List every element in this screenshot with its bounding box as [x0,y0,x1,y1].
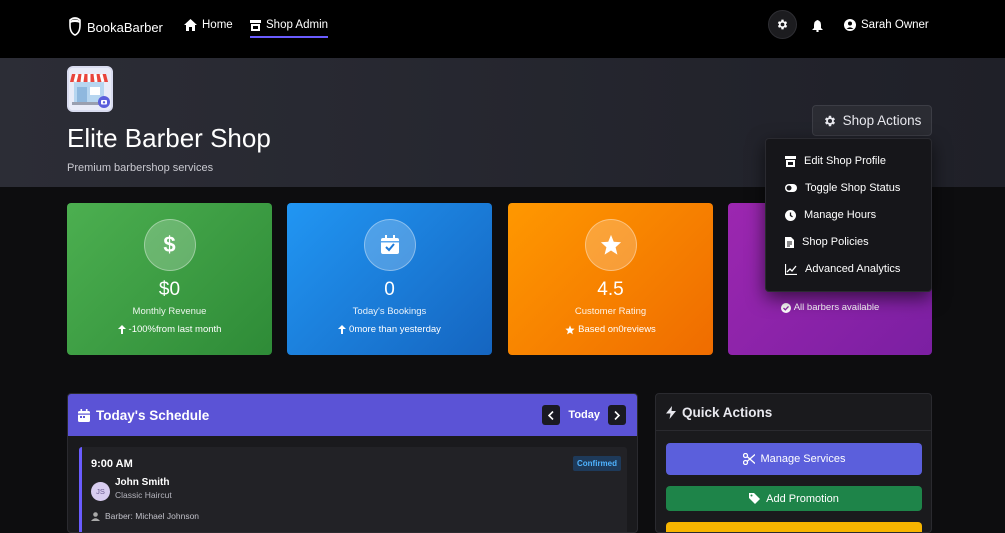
service-name: Classic Haircut [115,490,172,500]
stat-value: 0 [384,279,395,300]
brand-name: BookaBarber [87,19,163,35]
day-navigation: Today [542,405,626,425]
home-icon [184,19,197,31]
customer-name: John Smith [115,477,170,488]
nav-shop-admin-label: Shop Admin [266,19,329,31]
menu-item-label: Edit Shop Profile [804,155,886,167]
stat-footer: All barbers available [780,302,880,313]
stat-icon-circle [584,219,637,271]
stat-footer: 0more than yesterday [338,324,441,335]
shop-logo [67,66,113,112]
star-icon [600,234,621,255]
chevron-left-icon [548,410,554,420]
add-promotion-button[interactable]: Add Promotion [666,486,922,511]
shop-name: Elite Barber Shop [67,123,271,153]
todays-schedule-panel: Today's Schedule Today 9:00 AM Confirmed… [67,393,638,533]
stat-footer-text: 0more than yesterday [349,324,441,335]
bell-icon [812,20,823,33]
user-circle-icon [844,19,856,31]
chevron-right-icon [614,410,620,420]
add-promotion-label: Add Promotion [766,492,839,505]
calendar-icon [78,408,90,422]
shop-actions-dropdown: Edit Shop Profile Toggle Shop Status Man… [765,138,932,292]
menu-item-label: Advanced Analytics [805,263,901,275]
menu-item-label: Shop Policies [802,236,869,248]
check-circle-icon [780,302,791,313]
customer-avatar: JS [91,482,110,501]
menu-item-edit-shop-profile[interactable]: Edit Shop Profile [785,155,886,167]
store-icon [250,19,261,31]
stat-label: Customer Rating [574,306,647,317]
stat-value: 4.5 [597,279,624,300]
shop-storefront-icon [69,68,111,110]
stat-footer-text: -100%from last month [128,324,222,335]
shop-tagline: Premium barbershop services [67,162,214,174]
stat-icon-circle: $ [143,219,196,271]
gear-icon [777,19,788,30]
tag-icon [749,493,761,504]
arrow-up-icon [338,325,347,334]
quick-actions-panel: Quick Actions Manage Services Add Promot… [655,393,932,533]
arrow-up-icon [117,325,126,334]
stat-card-rating: 4.5 Customer Rating Based on0reviews [508,203,713,355]
gear-icon [824,115,835,126]
appointment-card[interactable]: 9:00 AM Confirmed JS John Smith Classic … [79,447,627,532]
previous-day-button[interactable] [542,405,561,425]
status-badge: Confirmed [573,456,621,471]
stat-footer-text: Based on0reviews [578,324,656,335]
shop-actions-label: Shop Actions [842,113,922,128]
stat-label: Monthly Revenue [132,306,207,317]
stat-icon-circle [363,219,416,271]
appointment-time: 9:00 AM [91,458,133,470]
barber-name: Barber: Michael Johnson [105,511,200,521]
clock-icon [785,209,796,221]
menu-item-label: Toggle Shop Status [805,182,901,194]
menu-item-advanced-analytics[interactable]: Advanced Analytics [785,263,900,275]
calendar-check-icon [380,235,399,254]
next-day-button[interactable] [608,405,626,425]
user-icon [91,511,100,521]
current-day-label[interactable]: Today [568,409,600,421]
notifications-button[interactable] [812,19,823,37]
nav-home-label: Home [202,19,233,31]
stat-card-revenue: $ $0 Monthly Revenue -100%from last mont… [67,203,272,355]
dollar-icon: $ [163,232,176,257]
nav-shop-admin-link[interactable]: Shop Admin [250,19,329,38]
menu-item-manage-hours[interactable]: Manage Hours [785,209,876,221]
barber-logo-icon [69,17,81,36]
menu-item-toggle-shop-status[interactable]: Toggle Shop Status [785,182,900,194]
stat-footer: -100%from last month [117,324,222,335]
toggle-icon [785,184,797,192]
brand-logo[interactable]: BookaBarber [67,16,163,38]
manage-services-label: Manage Services [760,453,846,465]
store-icon [785,155,796,167]
shop-actions-button[interactable]: Shop Actions [812,105,932,136]
user-name: Sarah Owner [861,19,929,31]
settings-button[interactable] [768,10,797,39]
stat-label: Today's Bookings [352,306,427,317]
lightning-icon [666,405,676,419]
stat-value: $0 [158,279,181,300]
manage-services-button[interactable]: Manage Services [666,443,922,475]
quick-actions-header: Quick Actions [656,394,931,431]
nav-home-link[interactable]: Home [184,19,233,31]
barber-info: Barber: Michael Johnson [91,511,199,521]
stat-card-bookings: 0 Today's Bookings 0more than yesterday [287,203,492,355]
user-menu[interactable]: Sarah Owner [844,19,929,31]
scissors-icon [742,453,755,465]
stat-footer: Based on0reviews [565,324,656,335]
quick-actions-title: Quick Actions [682,404,773,420]
menu-item-label: Manage Hours [804,209,877,221]
menu-item-shop-policies[interactable]: Shop Policies [785,236,869,248]
document-icon [785,236,794,248]
chart-icon [785,263,797,275]
star-icon [565,324,575,334]
stat-footer-text: All barbers available [793,302,880,313]
schedule-title: Today's Schedule [96,407,210,423]
top-navbar: BookaBarber Home Shop Admin Sarah Owner [0,0,1005,58]
